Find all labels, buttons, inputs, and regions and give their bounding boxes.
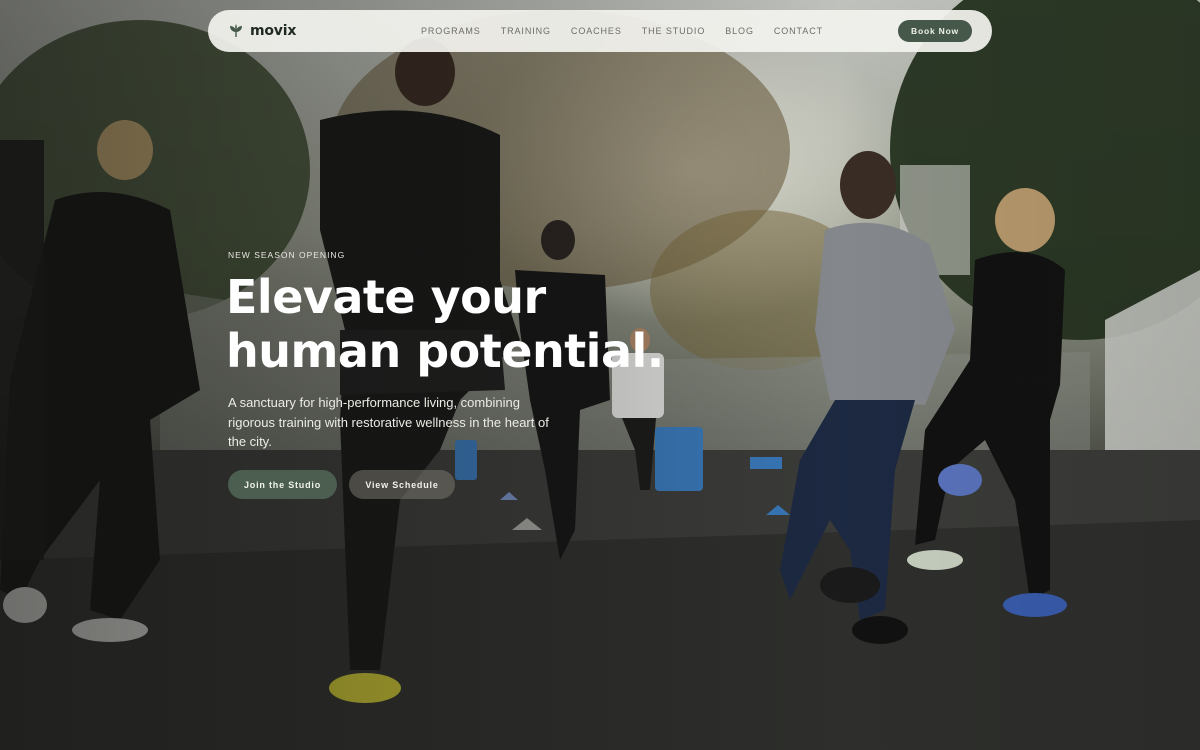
brand-name: movix [250,23,297,39]
hero-eyebrow: NEW SEASON OPENING [228,250,346,260]
join-studio-button[interactable]: Join the Studio [228,470,337,499]
nav-link-the-studio[interactable]: THE STUDIO [642,26,706,36]
nav-link-programs[interactable]: PROGRAMS [421,26,481,36]
brand-logo[interactable]: movix [228,10,296,52]
hero-headline-line-1: Elevate your [226,270,546,324]
nav-links: PROGRAMS TRAINING COACHES THE STUDIO BLO… [421,10,823,52]
hero-headline-line-2: human potential. [226,324,664,378]
nav-link-contact[interactable]: CONTACT [774,26,823,36]
hero-cta-row: Join the Studio View Schedule [228,470,455,499]
view-schedule-button[interactable]: View Schedule [349,470,455,499]
top-navbar: movix PROGRAMS TRAINING COACHES THE STUD… [208,10,992,52]
hero-headline: Elevate your human potential. [226,270,664,378]
leaf-icon [228,23,244,39]
book-now-button[interactable]: Book Now [898,20,972,42]
hero-subtitle: A sanctuary for high-performance living,… [228,395,549,449]
nav-link-coaches[interactable]: COACHES [571,26,622,36]
nav-link-training[interactable]: TRAINING [501,26,551,36]
nav-link-blog[interactable]: BLOG [725,26,754,36]
